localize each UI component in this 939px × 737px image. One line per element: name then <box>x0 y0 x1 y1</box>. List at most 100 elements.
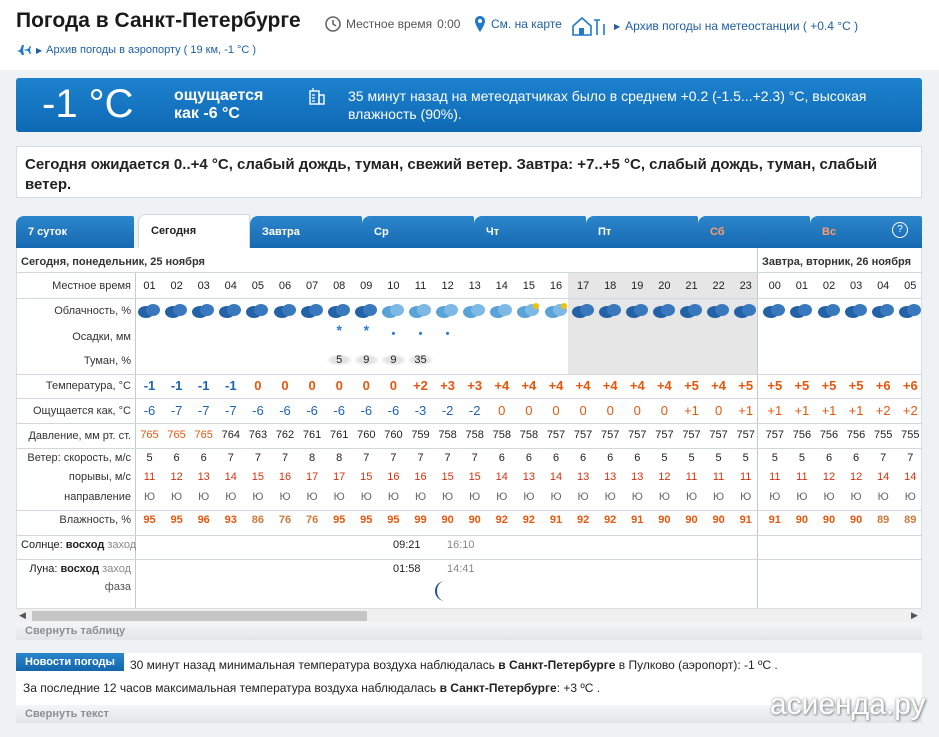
gust-cell: 13 <box>197 471 210 483</box>
temp-cell: +6 <box>875 378 891 393</box>
feels-cell: +1 <box>848 403 864 418</box>
moon-phase-label: фаза <box>104 581 131 593</box>
forecast-summary: Сегодня ожидается 0..+4 °C, слабый дождь… <box>16 146 922 198</box>
cloud-icon <box>354 304 377 318</box>
temp-cell: +4 <box>656 378 672 393</box>
row-divider <box>17 398 921 399</box>
wind-cell: 7 <box>254 452 261 464</box>
wind-cell: 8 <box>309 452 316 464</box>
direction-cell: Ю <box>631 491 643 503</box>
sun-rise-label: восход <box>65 539 105 551</box>
row-divider <box>17 423 921 424</box>
pressure-cell: 763 <box>248 429 268 441</box>
cloud-icon <box>192 304 215 318</box>
humidity-cell: 76 <box>305 514 319 526</box>
scroll-left-icon[interactable]: ◀ <box>19 610 26 621</box>
gust-cell: 12 <box>658 471 671 483</box>
label-feels: Ощущается как, °C <box>32 405 131 417</box>
wind-cell: 6 <box>853 452 860 464</box>
collapse-table-button[interactable]: Свернуть таблицу <box>16 622 922 640</box>
cloud-icon <box>517 303 540 318</box>
hour-cell: 09 <box>360 280 373 292</box>
temp-cell: +4 <box>575 378 591 393</box>
tab-wed[interactable]: Ср <box>362 216 474 248</box>
gust-cell: 16 <box>387 471 400 483</box>
map-link-label[interactable]: См. на карте <box>491 17 562 31</box>
feels-cell: -3 <box>414 403 427 418</box>
scroll-right-icon[interactable]: ▶ <box>911 610 918 621</box>
humidity-cell: 91 <box>631 514 644 526</box>
wind-cell: 7 <box>907 452 914 464</box>
temp-cell: +4 <box>521 378 537 393</box>
gust-cell: 14 <box>904 471 917 483</box>
wind-cell: 6 <box>525 452 532 464</box>
hour-cell: 05 <box>904 280 917 292</box>
gust-cell: 11 <box>712 471 725 483</box>
gust-cell: 13 <box>576 471 590 483</box>
sensor-message: 35 минут назад на метеодатчиках было в с… <box>348 88 867 122</box>
temp-cell: +4 <box>711 378 726 393</box>
tab-fri[interactable]: Пт <box>586 216 698 248</box>
row-divider <box>17 298 921 299</box>
wind-cell: 7 <box>444 452 451 464</box>
hour-cell: 06 <box>278 280 292 292</box>
pressure-cell: 756 <box>792 429 812 441</box>
wind-cell: 6 <box>825 452 833 464</box>
cloud-icon <box>381 304 404 318</box>
direction-cell: Ю <box>414 491 427 503</box>
cloud-icon <box>707 304 730 318</box>
airport-archive-label[interactable]: Архив погоды в аэропорту ( 19 км, -1 °C … <box>46 44 256 56</box>
label-time: Местное время <box>52 280 131 292</box>
direction-cell: Ю <box>658 491 670 503</box>
tab-sat[interactable]: Сб <box>698 216 810 248</box>
direction-cell: Ю <box>796 491 808 503</box>
tab-tomorrow[interactable]: Завтра <box>250 216 362 248</box>
current-weather-banner: -1 °C ощущается как -6 °C 35 минут назад … <box>16 78 922 132</box>
gust-cell: 14 <box>549 471 563 483</box>
gust-cell: 12 <box>849 471 863 483</box>
station-archive-label[interactable]: Архив погоды на метеостанции ( +0.4 °C ) <box>625 19 858 33</box>
humidity-cell: 90 <box>712 514 725 526</box>
help-icon[interactable]: ? <box>892 222 908 238</box>
moon-set: 14:41 <box>447 563 475 575</box>
tab-today[interactable]: Сегодня <box>138 214 250 249</box>
direction-cell: Ю <box>740 491 752 503</box>
pressure-cell: 761 <box>330 429 349 441</box>
airport-archive[interactable]: ▶ Архив погоды в аэропорту ( 19 км, -1 °… <box>16 43 256 57</box>
feels-cell: -6 <box>360 403 373 418</box>
gust-cell: 12 <box>822 471 836 483</box>
feels-cell: 0 <box>714 403 723 418</box>
direction-cell: Ю <box>850 491 862 503</box>
pressure-cell: 764 <box>221 429 240 441</box>
wind-cell: 6 <box>634 452 641 464</box>
feels-like: ощущается как -6 °C <box>174 87 284 123</box>
clock-icon <box>325 16 341 32</box>
temp-cell: -1 <box>197 378 210 393</box>
direction-cell: Ю <box>143 491 156 503</box>
feels-like-line2: как -6 °C <box>174 105 240 122</box>
sun-prefix: Солнце: <box>21 539 63 551</box>
feels-cell: -6 <box>252 403 264 418</box>
direction-cell: Ю <box>496 491 508 503</box>
feels-cell: -7 <box>170 403 183 418</box>
feels-cell: 0 <box>579 403 587 418</box>
wind-cell: 6 <box>173 452 180 464</box>
table-scrollbar[interactable]: ◀ ▶ <box>16 608 922 622</box>
map-link[interactable]: См. на карте <box>474 16 562 32</box>
wind-cell: 5 <box>688 452 695 464</box>
snow-icon: * <box>363 322 370 338</box>
scroll-thumb[interactable] <box>32 611 367 621</box>
tab-thu[interactable]: Чт <box>474 216 586 248</box>
hour-cell: 02 <box>822 280 836 292</box>
cloud-icon <box>544 303 567 318</box>
humidity-cell: 91 <box>768 514 781 526</box>
cloud-icon <box>327 304 350 318</box>
feels-cell: -7 <box>197 403 210 418</box>
building-icon <box>309 88 325 105</box>
gust-cell: 13 <box>522 471 536 483</box>
hour-cell: 01 <box>795 280 809 292</box>
station-archive[interactable]: ▶ Архив погоды на метеостанции ( +0.4 °C… <box>571 16 858 36</box>
fog-cell: 5 <box>325 354 353 366</box>
wind-cell: 7 <box>417 452 424 464</box>
tab-7-days[interactable]: 7 суток <box>16 216 134 248</box>
